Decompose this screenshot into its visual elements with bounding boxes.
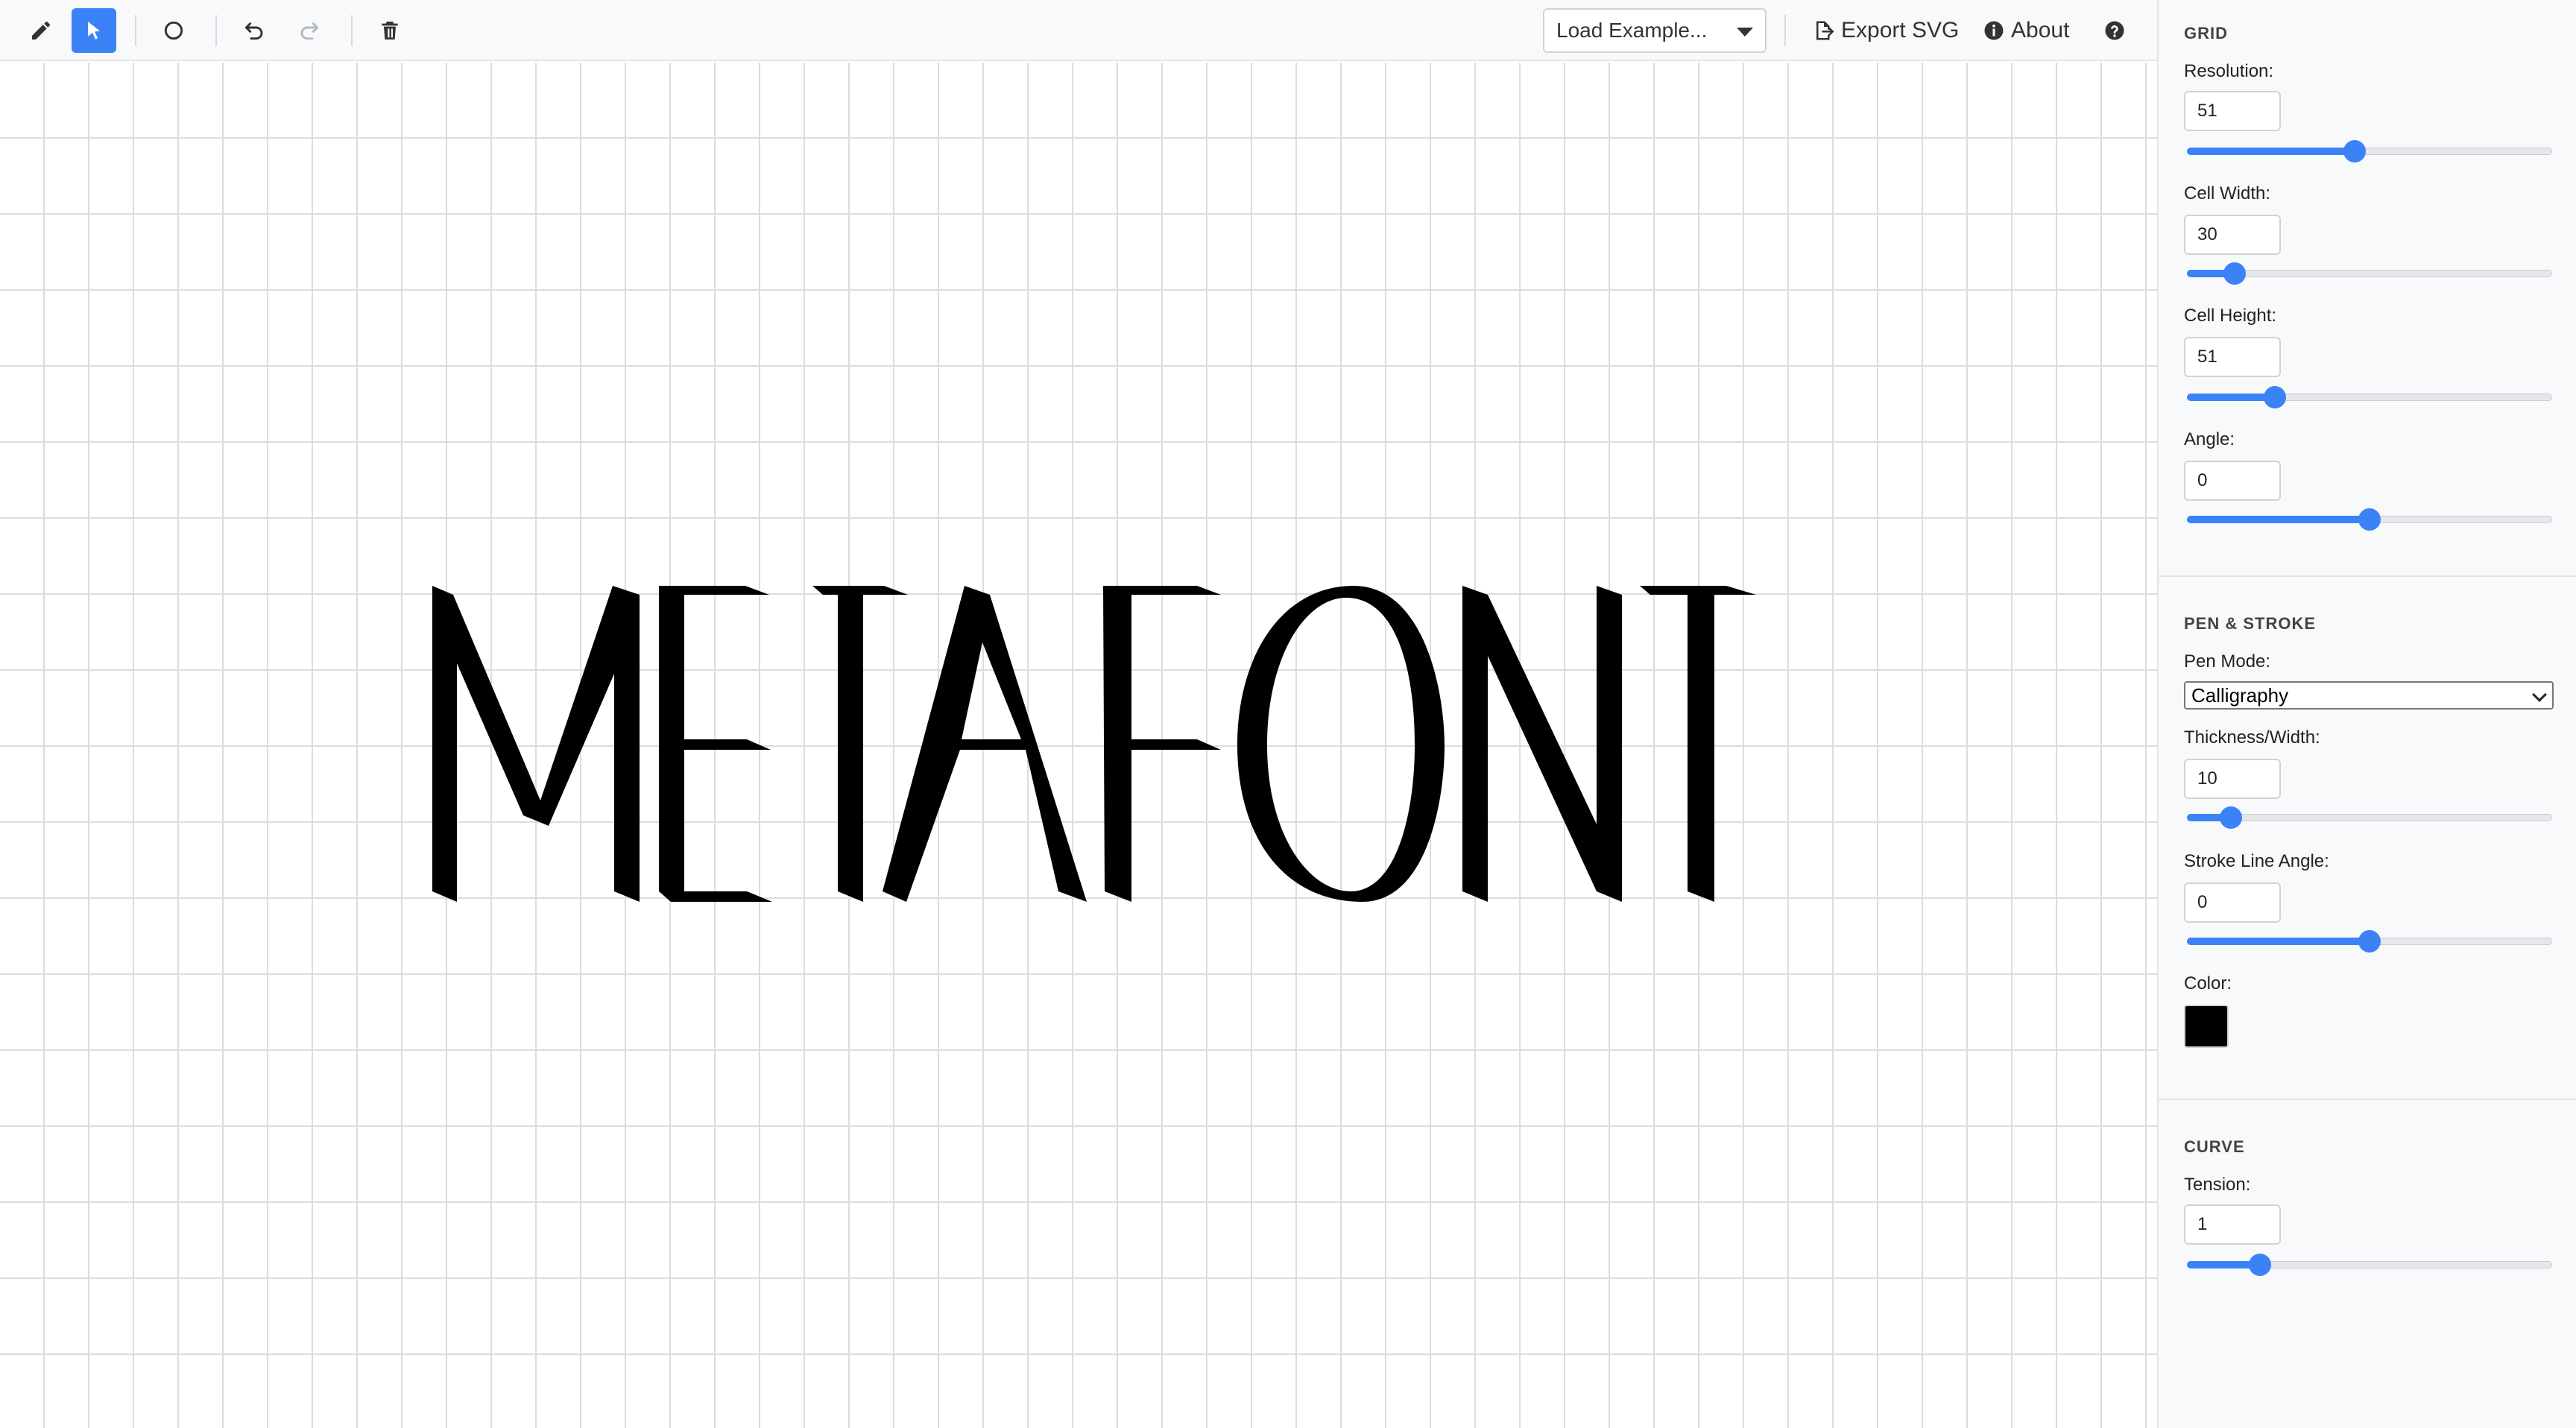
toolbar-separator	[215, 15, 217, 46]
about-button[interactable]: About	[1983, 8, 2069, 53]
section-divider	[2159, 1099, 2576, 1100]
cell-width-input[interactable]	[2184, 215, 2281, 255]
cell-width-label: Cell Width:	[2184, 183, 2271, 203]
help-button[interactable]	[2103, 8, 2132, 53]
draw-tool-button[interactable]	[19, 8, 63, 53]
load-example-label: Load Example...	[1556, 19, 1708, 42]
select-tool-button[interactable]	[72, 8, 116, 53]
thickness-input[interactable]	[2184, 759, 2281, 799]
glyph-t2	[1640, 586, 1756, 902]
glyph-m	[432, 586, 640, 902]
chevron-down-icon	[1737, 28, 1753, 37]
curve-section-title: CURVE	[2184, 1137, 2245, 1156]
thickness-slider[interactable]	[2187, 806, 2552, 829]
toolbar: Load Example... Export SVG About	[0, 0, 2157, 61]
redo-icon	[300, 22, 319, 40]
angle-slider[interactable]	[2187, 508, 2552, 531]
undo-icon	[244, 22, 263, 40]
circle-icon	[164, 21, 183, 40]
chevron-down-icon	[2532, 687, 2547, 702]
help-icon	[2105, 21, 2124, 40]
tension-label: Tension:	[2184, 1175, 2251, 1195]
drawing-canvas[interactable]	[0, 63, 2157, 1428]
slider-thumb[interactable]	[2358, 508, 2381, 531]
glyph-e	[659, 586, 772, 902]
load-example-select[interactable]: Load Example...	[1543, 8, 1767, 53]
main-area: Load Example... Export SVG About	[0, 0, 2157, 1428]
stroke-angle-input[interactable]	[2184, 882, 2281, 923]
slider-thumb[interactable]	[2223, 262, 2246, 285]
color-label: Color:	[2184, 973, 2232, 993]
section-divider	[2159, 575, 2576, 577]
slider-thumb[interactable]	[2358, 930, 2381, 952]
slider-thumb[interactable]	[2220, 806, 2242, 829]
pen-mode-label: Pen Mode:	[2184, 651, 2271, 672]
glyph-f	[1103, 586, 1221, 902]
stroke-angle-slider[interactable]	[2187, 930, 2552, 952]
redo-button[interactable]	[287, 8, 332, 53]
pencil-icon	[32, 22, 50, 40]
grid-section-title: GRID	[2184, 24, 2228, 42]
circle-tool-button[interactable]	[151, 8, 196, 53]
export-svg-label: Export SVG	[1841, 18, 1960, 42]
undo-button[interactable]	[232, 8, 277, 53]
slider-thumb[interactable]	[2249, 1254, 2271, 1276]
cell-height-input[interactable]	[2184, 337, 2281, 377]
resolution-slider[interactable]	[2187, 140, 2552, 162]
color-picker[interactable]	[2184, 1005, 2229, 1048]
stroke-angle-label: Stroke Line Angle:	[2184, 851, 2329, 871]
delete-button[interactable]	[367, 8, 412, 53]
pen-mode-select[interactable]: Calligraphy	[2184, 681, 2554, 710]
export-svg-button[interactable]: Export SVG	[1813, 8, 1959, 53]
toolbar-separator	[135, 15, 136, 46]
pointer-icon	[88, 22, 100, 40]
thickness-label: Thickness/Width:	[2184, 727, 2320, 748]
glyph-drawing	[432, 586, 1756, 902]
cell-width-slider[interactable]	[2187, 262, 2552, 285]
angle-input[interactable]	[2184, 461, 2281, 501]
cell-height-label: Cell Height:	[2184, 306, 2277, 326]
trash-icon	[382, 22, 398, 40]
glyph-n	[1462, 586, 1622, 902]
glyph-o	[1237, 586, 1445, 902]
tension-input[interactable]	[2184, 1204, 2281, 1245]
tension-slider[interactable]	[2187, 1254, 2552, 1276]
angle-label: Angle:	[2184, 429, 2235, 449]
slider-thumb[interactable]	[2343, 140, 2366, 162]
toolbar-separator	[351, 15, 353, 46]
cell-height-slider[interactable]	[2187, 386, 2552, 408]
glyph-a	[883, 586, 1087, 902]
about-label: About	[2011, 18, 2070, 42]
resolution-label: Resolution:	[2184, 61, 2274, 81]
info-icon	[1984, 21, 2004, 40]
file-export-icon	[1816, 21, 1834, 40]
pen-mode-value: Calligraphy	[2191, 683, 2289, 707]
settings-panel: GRID Resolution: Cell Width: Cell Height…	[2157, 0, 2576, 1428]
slider-thumb[interactable]	[2264, 386, 2286, 408]
resolution-input[interactable]	[2184, 91, 2281, 131]
pen-section-title: PEN & STROKE	[2184, 614, 2317, 633]
toolbar-separator	[1784, 15, 1786, 46]
